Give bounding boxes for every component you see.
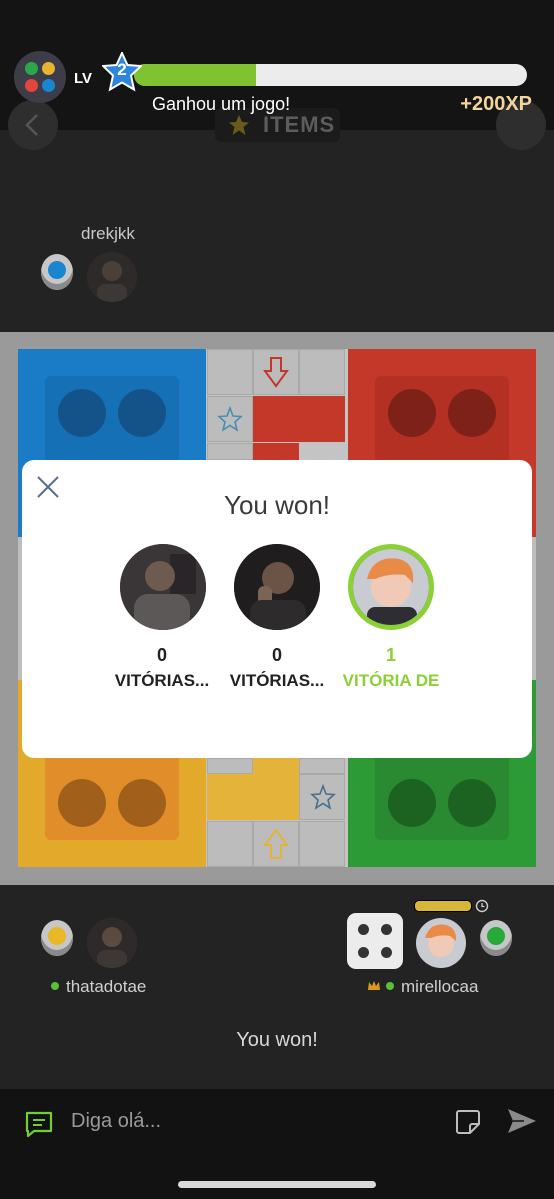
result-avatar-1: [120, 544, 206, 630]
star-cell-icon: [217, 406, 243, 432]
result-count-2: 0: [271, 645, 282, 665]
online-indicator: [51, 982, 59, 990]
arrow-up-icon: [263, 828, 289, 859]
sticker-icon[interactable]: [454, 1108, 482, 1136]
result-label-1: VITÓRIAS...: [114, 671, 210, 690]
player-avatar-top-left[interactable]: [87, 252, 137, 302]
avatar-photo: [234, 544, 320, 630]
chat-input[interactable]: Diga olá...: [71, 1110, 161, 1133]
avatar-photo: [120, 544, 206, 630]
dice-button[interactable]: [347, 913, 403, 969]
star-cell-icon: [310, 784, 336, 810]
result-avatar-2: [234, 544, 320, 630]
board-cell-red: [253, 443, 299, 460]
crown-icon: [368, 981, 380, 990]
avatar-photo: [353, 549, 429, 625]
items-label: ITEMS: [263, 112, 336, 137]
board-cell: [207, 443, 253, 460]
player-token-blue: [41, 254, 73, 290]
result-count-3: 1: [385, 645, 396, 665]
ludo-app-logo: [14, 51, 66, 103]
clock-icon: [475, 899, 489, 913]
result-label-2: VITÓRIAS...: [229, 671, 325, 690]
player-avatar-bottom-right[interactable]: [416, 918, 466, 968]
xp-progress-bar: [134, 64, 527, 86]
board-cell: [207, 758, 253, 774]
board-cell: [207, 821, 253, 867]
avatar-photo: [416, 918, 466, 968]
result-avatar-3-winner: [353, 549, 429, 625]
board-cell-yellow: [253, 774, 299, 820]
arrow-down-icon: [263, 357, 289, 388]
player-token-green: [480, 920, 512, 956]
star-icon: [229, 115, 249, 135]
xp-message: Ganhou um jogo!: [152, 94, 291, 114]
board-cell: [299, 758, 345, 774]
level-number: 2: [117, 60, 127, 79]
board-cell: [299, 349, 345, 395]
turn-timer-bar: [414, 900, 472, 912]
xp-progress-fill: [134, 64, 256, 86]
player-name-top-left: drekjkk: [81, 224, 135, 243]
chevron-left-icon: [25, 114, 38, 136]
level-label: LV: [74, 70, 93, 87]
player-name-bottom-right: mirellocaa: [401, 977, 479, 996]
home-indicator: [178, 1181, 376, 1188]
online-indicator: [386, 982, 394, 990]
player-avatar-bottom-left[interactable]: [87, 918, 137, 968]
avatar-photo: [87, 252, 137, 302]
board-cell-red: [253, 396, 299, 442]
result-label-3: VITÓRIA DE: [342, 671, 440, 690]
chat-bubble-icon[interactable]: [24, 1110, 54, 1138]
board-cell-yellow: [253, 758, 299, 774]
back-button[interactable]: [8, 100, 58, 150]
board-cell-yellow: [207, 774, 253, 820]
xp-gain: +200XP: [460, 93, 532, 115]
result-count-1: 0: [156, 645, 167, 665]
game-status-text: You won!: [236, 1029, 318, 1051]
player-name-bottom-left: thatadotae: [66, 977, 147, 996]
avatar-photo: [87, 918, 137, 968]
player-token-yellow: [41, 920, 73, 956]
send-icon[interactable]: [506, 1106, 538, 1136]
board-cell: [299, 821, 345, 867]
board-cell-red: [299, 396, 345, 442]
dialog-title: You won!: [223, 490, 331, 520]
board-cell: [207, 349, 253, 395]
